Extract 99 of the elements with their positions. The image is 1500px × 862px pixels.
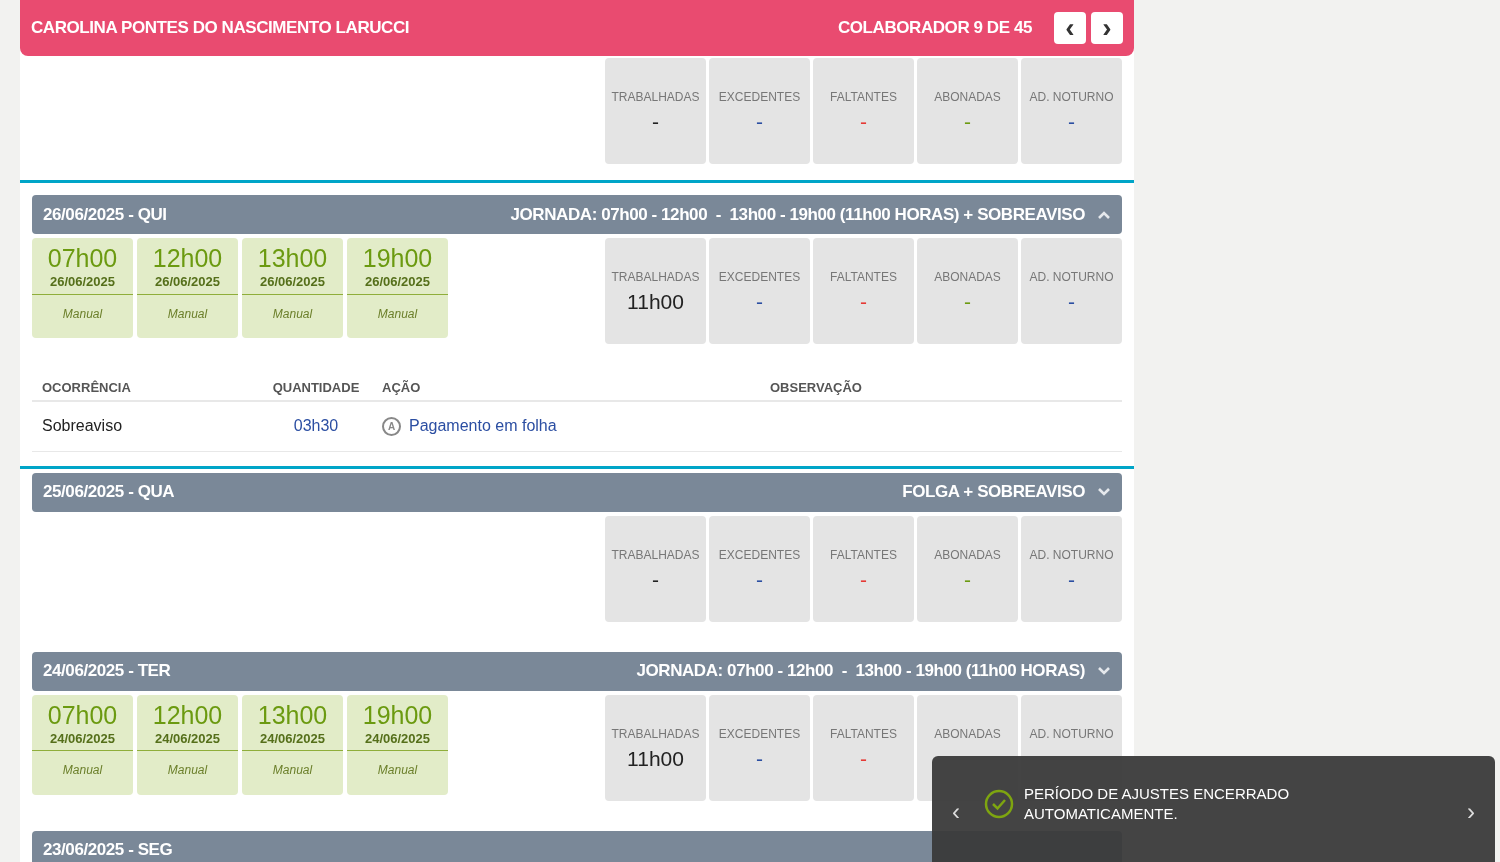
day-header-bar[interactable]: 26/06/2025 - QUI JORNADA: 07h00 - 12h00 - 13h00 - 19h00 (11h00 HORAS) + SOBREAVISO bbox=[32, 195, 1122, 234]
chevron-down-icon[interactable] bbox=[1097, 487, 1111, 497]
punch-date: 26/06/2025 bbox=[364, 273, 431, 291]
column-header: QUANTIDADE bbox=[271, 379, 361, 397]
stat-value: - bbox=[860, 289, 867, 315]
stat-value: - bbox=[860, 745, 867, 772]
stat-value: 11h00 bbox=[627, 289, 684, 315]
punch-date: 26/06/2025 bbox=[259, 273, 326, 291]
chevron-down-icon[interactable] bbox=[1097, 666, 1111, 676]
punch-time: 13h00 bbox=[257, 244, 328, 272]
punch-card[interactable]: 19h00 24/06/2025 Manual bbox=[347, 694, 448, 795]
punch-time: 12h00 bbox=[152, 244, 223, 272]
action-badge: A bbox=[382, 416, 401, 436]
stat-value: 11h00 bbox=[627, 745, 684, 772]
stat-label: ABONADAS bbox=[934, 269, 1001, 286]
stat-label: EXCEDENTES bbox=[718, 725, 801, 743]
table-cell-text: Sobreaviso bbox=[42, 416, 124, 436]
day-header-bar[interactable]: 24/06/2025 - TER JORNADA: 07h00 - 12h00 - 13h00 - 19h00 (11h00 HORAS) bbox=[32, 651, 1122, 691]
stat-label: ABONADAS bbox=[934, 546, 1001, 564]
punch-time: 12h00 bbox=[152, 700, 223, 729]
punch-date: 26/06/2025 bbox=[49, 273, 116, 291]
column-header: OBSERVAÇÃO bbox=[770, 379, 863, 397]
stat-label: TRABALHADAS bbox=[611, 546, 700, 564]
stat-label: FALTANTES bbox=[830, 546, 897, 564]
stat-value: - bbox=[756, 109, 763, 135]
punch-card[interactable]: 13h00 24/06/2025 Manual bbox=[242, 694, 343, 795]
table-cell-text: 03h30 bbox=[292, 416, 340, 436]
column-header: AÇÃO bbox=[382, 379, 422, 397]
stat-value: - bbox=[756, 289, 763, 315]
previous-button[interactable]: ‹ bbox=[1054, 12, 1086, 44]
stat-value: - bbox=[964, 109, 971, 135]
stat-label: FALTANTES bbox=[830, 269, 897, 286]
punch-source: Manual bbox=[167, 305, 208, 323]
previous-button[interactable]: ‹ bbox=[952, 800, 960, 824]
punch-date: 24/06/2025 bbox=[259, 729, 326, 748]
punch-date: 24/06/2025 bbox=[49, 729, 116, 748]
stat-label: TRABALHADAS bbox=[611, 269, 700, 286]
notification-message: PERÍODO DE AJUSTES ENCERRADO AUTOMATICAMENTE. bbox=[1024, 784, 1291, 824]
punch-card[interactable]: 13h00 26/06/2025 Manual bbox=[242, 238, 343, 338]
chevron-up-icon[interactable] bbox=[1097, 209, 1111, 220]
next-button[interactable]: › bbox=[1091, 12, 1123, 44]
stat-label: EXCEDENTES bbox=[718, 269, 801, 286]
stat-value: - bbox=[1068, 566, 1075, 593]
day-schedule: FOLGA + SOBREAVISO bbox=[902, 481, 1085, 504]
stat-label: AD. NOTURNO bbox=[1029, 546, 1114, 564]
day-schedule: JORNADA: 07h00 - 12h00 - 13h00 - 19h00 (11h00 HORAS) + SOBREAVISO bbox=[510, 203, 1085, 226]
day-schedule: JORNADA: 07h00 - 12h00 - 13h00 - 19h00 (11h00 HORAS) bbox=[636, 660, 1085, 683]
stat-label: AD. NOTURNO bbox=[1029, 725, 1114, 743]
stat-label: FALTANTES bbox=[830, 725, 897, 743]
punch-time: 13h00 bbox=[257, 700, 328, 729]
punch-date: 24/06/2025 bbox=[364, 729, 431, 748]
day-date: 24/06/2025 - TER bbox=[43, 660, 171, 683]
punch-source: Manual bbox=[62, 762, 103, 779]
punch-source: Manual bbox=[377, 305, 418, 323]
stat-value: - bbox=[1068, 109, 1075, 135]
punch-time: 19h00 bbox=[362, 700, 433, 729]
next-button[interactable]: › bbox=[1467, 800, 1475, 824]
stat-label: FALTANTES bbox=[830, 89, 897, 106]
stat-value: - bbox=[652, 109, 659, 135]
stat-label: TRABALHADAS bbox=[611, 725, 700, 743]
day-date: 26/06/2025 - QUI bbox=[43, 203, 167, 226]
column-header: OCORRÊNCIA bbox=[42, 379, 132, 397]
punch-card[interactable]: 07h00 26/06/2025 Manual bbox=[32, 238, 133, 338]
employee-counter: COLABORADOR 9 DE 45 bbox=[837, 17, 1032, 40]
stat-value: - bbox=[756, 745, 763, 772]
punch-time: 07h00 bbox=[47, 244, 118, 272]
stat-label: ABONADAS bbox=[934, 725, 1001, 743]
stat-label: ABONADAS bbox=[934, 89, 1001, 106]
punch-source: Manual bbox=[272, 762, 313, 779]
punch-source: Manual bbox=[272, 305, 313, 323]
stat-value: - bbox=[860, 566, 867, 593]
stat-label: EXCEDENTES bbox=[718, 546, 801, 564]
stat-value: - bbox=[652, 566, 659, 593]
day-date: 23/06/2025 - SEG bbox=[43, 839, 173, 862]
stat-value: - bbox=[860, 109, 867, 135]
stat-label: TRABALHADAS bbox=[611, 89, 700, 106]
stat-value: - bbox=[964, 566, 971, 593]
punch-card[interactable]: 07h00 24/06/2025 Manual bbox=[32, 694, 133, 795]
stat-value: - bbox=[1068, 289, 1075, 315]
stat-value: - bbox=[964, 289, 971, 315]
action-link[interactable]: Pagamento em folha bbox=[409, 414, 557, 438]
punch-time: 07h00 bbox=[47, 700, 118, 729]
day-date: 25/06/2025 - QUA bbox=[43, 481, 175, 504]
punch-card[interactable]: 12h00 24/06/2025 Manual bbox=[137, 694, 238, 795]
stat-label: EXCEDENTES bbox=[718, 89, 801, 106]
punch-card[interactable]: 12h00 26/06/2025 Manual bbox=[137, 238, 238, 338]
punch-time: 19h00 bbox=[362, 244, 433, 272]
punch-source: Manual bbox=[62, 305, 103, 323]
punch-date: 24/06/2025 bbox=[154, 729, 221, 748]
punch-card[interactable]: 19h00 26/06/2025 Manual bbox=[347, 238, 448, 338]
punch-date: 26/06/2025 bbox=[154, 273, 221, 291]
day-header-bar[interactable]: 25/06/2025 - QUA FOLGA + SOBREAVISO bbox=[32, 472, 1122, 512]
punch-source: Manual bbox=[167, 762, 208, 779]
check-circle-icon bbox=[984, 789, 1014, 819]
employee-name: CAROLINA PONTES DO NASCIMENTO LARUCCI bbox=[31, 17, 410, 40]
stat-value: - bbox=[756, 566, 763, 593]
stat-label: AD. NOTURNO bbox=[1029, 269, 1114, 286]
punch-source: Manual bbox=[377, 762, 418, 779]
stat-label: AD. NOTURNO bbox=[1029, 89, 1114, 106]
